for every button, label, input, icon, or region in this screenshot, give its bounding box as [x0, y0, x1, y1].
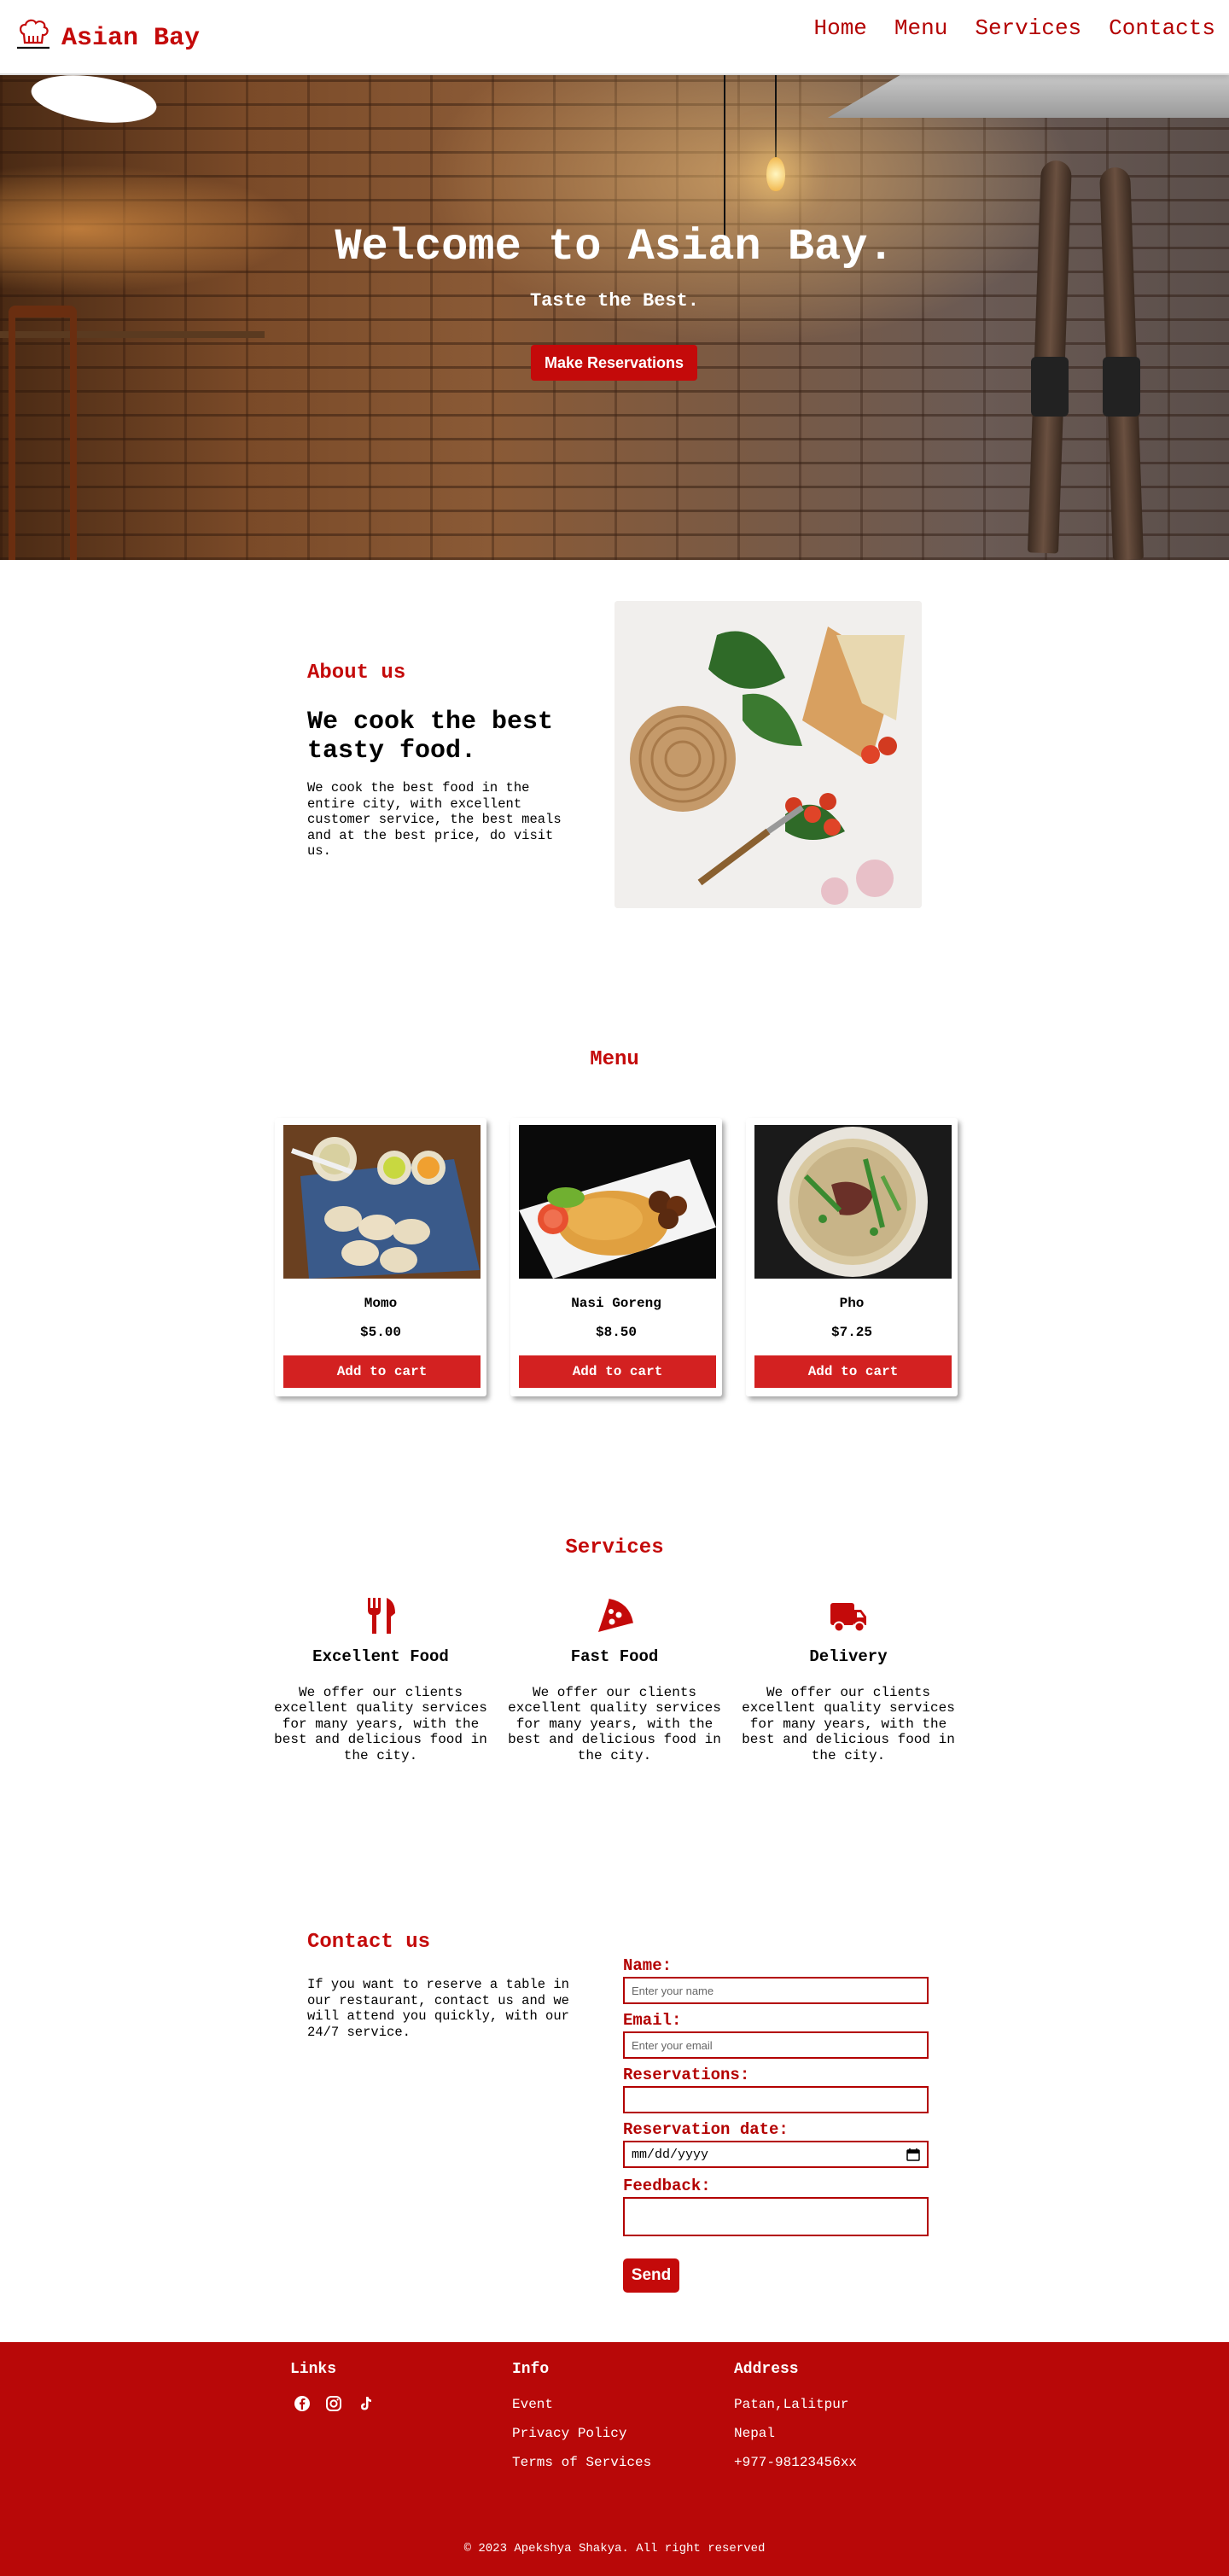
service-name: Delivery [809, 1647, 888, 1666]
menu-card: Pho $7.25 Add to cart [746, 1118, 958, 1396]
service-item: Fast Food We offer our clients excellent… [507, 1596, 722, 1763]
hero-title: Welcome to Asian Bay. [335, 222, 894, 272]
about-title: We cook the best tasty food. [307, 708, 554, 766]
menu-item-name: Pho [839, 1296, 865, 1311]
menu-item-name: Nasi Goreng [571, 1296, 661, 1311]
about-text: We cook the best food in the entire city… [307, 780, 562, 860]
menu-card: Nasi Goreng $8.50 Add to cart [510, 1118, 722, 1396]
contact-text: If you want to reserve a table in our re… [307, 1977, 569, 2040]
momo-image [283, 1125, 481, 1279]
feedback-label: Feedback: [623, 2177, 711, 2195]
menu-card: Momo $5.00 Add to cart [275, 1118, 486, 1396]
reservations-label: Reservations: [623, 2066, 750, 2084]
make-reservations-button[interactable]: Make Reservations [531, 345, 697, 381]
hero-banner: Welcome to Asian Bay. Taste the Best. Ma… [0, 75, 1229, 560]
lamp-wire [724, 75, 725, 237]
footer-address-heading: Address [734, 2361, 799, 2378]
service-name: Fast Food [570, 1647, 659, 1666]
hero-subtitle: Taste the Best. [529, 290, 700, 312]
add-to-cart-button[interactable]: Add to cart [283, 1355, 481, 1388]
footer-info-heading: Info [512, 2361, 550, 2378]
add-to-cart-button[interactable]: Add to cart [754, 1355, 952, 1388]
address-line: Nepal [734, 2426, 776, 2441]
name-label: Name: [623, 1956, 673, 1975]
hero-stool [9, 306, 77, 560]
menu-item-price: $7.25 [830, 1325, 872, 1340]
copyright: © 2023 Apekshya Shakya. All right reserv… [463, 2542, 766, 2556]
tiktok-icon[interactable] [357, 2395, 374, 2412]
add-to-cart-button[interactable]: Add to cart [519, 1355, 716, 1388]
facebook-icon[interactable] [294, 2395, 311, 2412]
footer-link-privacy[interactable]: Privacy Policy [512, 2426, 626, 2441]
reservation-date-field[interactable]: mm/dd/yyyy [623, 2141, 929, 2168]
address-line: Patan,Lalitpur [734, 2397, 849, 2412]
site-footer: Links Info Event Privacy Policy Terms of… [0, 2342, 1229, 2576]
calendar-icon[interactable] [906, 2148, 920, 2161]
ski-binding [1031, 357, 1069, 417]
footer-links-heading: Links [290, 2361, 337, 2378]
service-name: Excellent Food [312, 1647, 449, 1666]
site-header: Asian Bay Home Menu Services Contacts [0, 0, 1229, 75]
logo[interactable]: Asian Bay [15, 17, 200, 53]
service-text: We offer our clients excellent quality s… [274, 1685, 487, 1763]
pho-image [754, 1125, 952, 1279]
service-text: We offer our clients excellent quality s… [508, 1685, 721, 1763]
nasi-goreng-image [519, 1125, 716, 1279]
phone-number: +977-98123456xx [734, 2455, 858, 2470]
about-label: About us [307, 661, 406, 685]
service-item: Delivery We offer our clients excellent … [741, 1596, 956, 1763]
lamp-wire [775, 75, 777, 160]
about-food-image [614, 601, 922, 908]
light-bulb [766, 157, 785, 191]
main-nav: Home Menu Services Contacts [814, 15, 1216, 41]
nav-home[interactable]: Home [814, 15, 867, 41]
chef-hat-icon [17, 19, 50, 50]
service-text: We offer our clients excellent quality s… [742, 1685, 955, 1763]
send-button[interactable]: Send [623, 2258, 679, 2293]
instagram-icon[interactable] [325, 2395, 342, 2412]
menu-item-price: $8.50 [595, 1325, 637, 1340]
menu-item-name: Momo [364, 1296, 398, 1311]
pizza-slice-icon [598, 1599, 633, 1632]
utensils-icon [368, 1598, 395, 1634]
footer-link-event[interactable]: Event [512, 2397, 553, 2412]
menu-item-price: $5.00 [359, 1325, 401, 1340]
brand-name: Asian Bay [61, 24, 201, 53]
nav-services[interactable]: Services [975, 15, 1081, 41]
reservation-date-label: Reservation date: [623, 2120, 789, 2139]
nav-menu[interactable]: Menu [894, 15, 947, 41]
email-label: Email: [623, 2011, 682, 2030]
reservations-field[interactable] [623, 2086, 929, 2113]
feedback-field[interactable] [623, 2197, 929, 2236]
name-field[interactable] [623, 1977, 929, 2004]
service-item: Excellent Food We offer our clients exce… [273, 1596, 488, 1763]
email-field[interactable] [623, 2031, 929, 2059]
footer-link-terms[interactable]: Terms of Services [512, 2455, 651, 2470]
contact-title: Contact us [307, 1931, 431, 1954]
social-links [294, 2395, 374, 2412]
services-section-title: Services [565, 1536, 664, 1559]
menu-section-title: Menu [590, 1048, 639, 1071]
nav-contacts[interactable]: Contacts [1109, 15, 1215, 41]
ski-binding [1103, 357, 1140, 417]
truck-icon [830, 1603, 866, 1633]
date-value: mm/dd/yyyy [632, 2147, 709, 2162]
